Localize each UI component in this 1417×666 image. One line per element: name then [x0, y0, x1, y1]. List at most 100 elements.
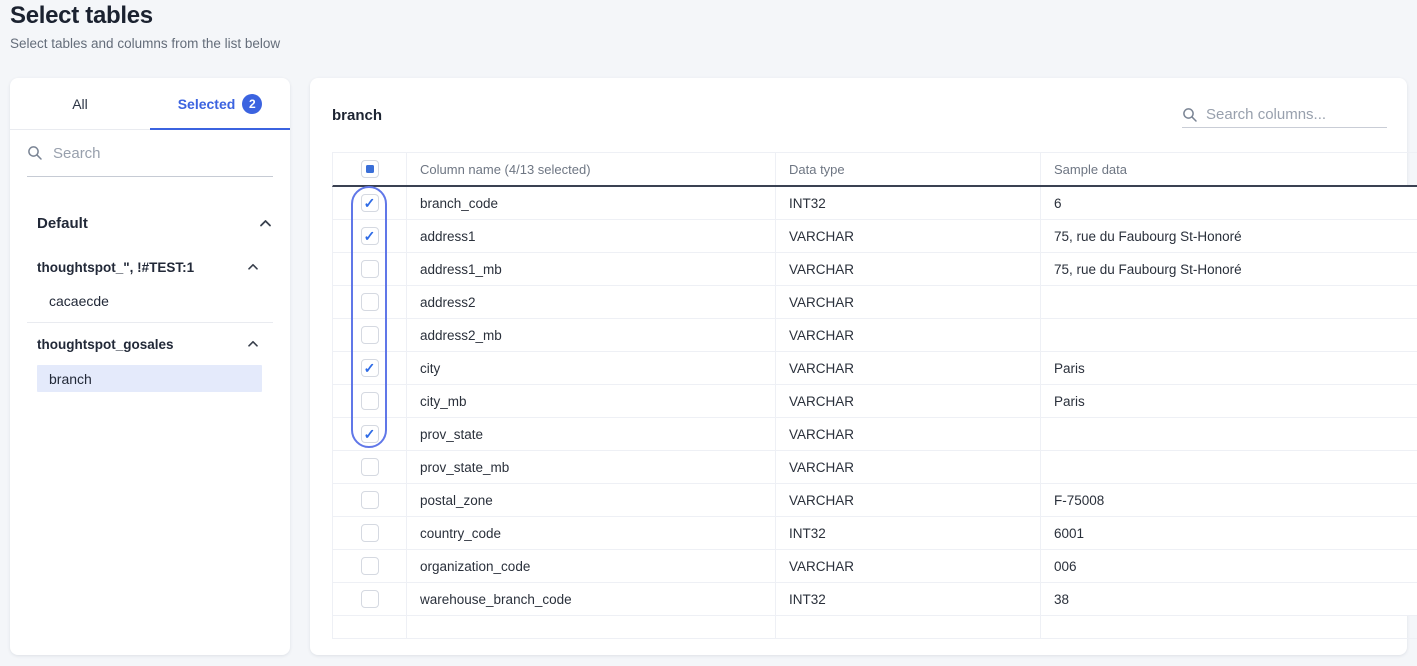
row-checkbox-cell — [333, 286, 407, 318]
column-name-cell: address2 — [407, 286, 776, 318]
row-checkbox[interactable] — [361, 557, 379, 575]
chevron-up-icon[interactable] — [247, 263, 259, 271]
column-name-cell: city — [407, 352, 776, 384]
column-name-cell: address1 — [407, 220, 776, 252]
table-row[interactable]: ✓ prov_stateVARCHAR — [332, 418, 1417, 451]
sample-data-cell: Paris — [1041, 352, 1417, 384]
table-row[interactable]: address2VARCHAR — [332, 286, 1417, 319]
column-name-cell: address1_mb — [407, 253, 776, 285]
selected-count-badge: 2 — [242, 94, 262, 114]
tree-leaf-branch-selected[interactable]: branch — [37, 365, 262, 392]
row-checkbox[interactable] — [361, 524, 379, 542]
columns-table: Column name (4/13 selected) Data type Sa… — [332, 152, 1417, 639]
tree-node-default[interactable]: Default — [37, 208, 272, 238]
column-name-cell: city_mb — [407, 385, 776, 417]
tree-node-thoughtspot-test-label: thoughtspot_", !#TEST:1 — [37, 260, 194, 275]
row-checkbox[interactable]: ✓ — [361, 359, 379, 377]
row-checkbox-cell — [333, 385, 407, 417]
table-footer-row — [332, 616, 1417, 639]
data-type-cell: VARCHAR — [776, 418, 1041, 450]
sample-data-cell: 006 — [1041, 550, 1417, 582]
sample-data-cell — [1041, 451, 1417, 483]
table-row[interactable]: address2_mbVARCHAR — [332, 319, 1417, 352]
tree-leaf-cacaecde[interactable]: cacaecde — [49, 286, 259, 316]
column-name-cell: address2_mb — [407, 319, 776, 351]
table-body: ✓branch_codeINT326✓address1VARCHAR75, ru… — [332, 187, 1417, 616]
table-row[interactable]: country_codeINT326001 — [332, 517, 1417, 550]
row-checkbox[interactable]: ✓ — [361, 227, 379, 245]
search-icon — [27, 145, 43, 161]
sample-data-cell: 75, rue du Faubourg St-Honoré — [1041, 220, 1417, 252]
tree-node-default-label: Default — [37, 215, 88, 232]
table-row[interactable]: ✓address1VARCHAR75, rue du Faubourg St-H… — [332, 220, 1417, 253]
table-row[interactable]: city_mbVARCHARParis — [332, 385, 1417, 418]
row-checkbox[interactable] — [361, 491, 379, 509]
table-row[interactable]: ✓ cityVARCHARParis — [332, 352, 1417, 385]
sample-data-cell — [1041, 319, 1417, 351]
data-type-cell: VARCHAR — [776, 319, 1041, 351]
row-checkbox-cell: ✓ — [333, 352, 407, 384]
table-row[interactable]: organization_codeVARCHAR006 — [332, 550, 1417, 583]
chevron-up-icon[interactable] — [259, 219, 272, 228]
tree-node-thoughtspot-test[interactable]: thoughtspot_", !#TEST:1 — [37, 252, 259, 282]
table-header-row: Column name (4/13 selected) Data type Sa… — [332, 152, 1417, 187]
sample-data-cell: 75, rue du Faubourg St-Honoré — [1041, 253, 1417, 285]
tab-selected-label: Selected — [178, 96, 236, 112]
table-row[interactable]: postal_zoneVARCHARF-75008 — [332, 484, 1417, 517]
row-checkbox-cell — [333, 583, 407, 615]
data-type-cell: VARCHAR — [776, 484, 1041, 516]
column-name-cell: organization_code — [407, 550, 776, 582]
row-checkbox-cell: ✓ — [333, 220, 407, 252]
sample-data-cell: 6001 — [1041, 517, 1417, 549]
table-row[interactable]: prov_state_mbVARCHAR — [332, 451, 1417, 484]
chevron-up-icon[interactable] — [247, 340, 259, 348]
select-all-checkbox[interactable] — [361, 160, 379, 178]
tab-all[interactable]: All — [10, 78, 150, 129]
row-checkbox-cell — [333, 517, 407, 549]
page-subtitle: Select tables and columns from the list … — [10, 36, 280, 51]
tree-node-thoughtspot-gosales[interactable]: thoughtspot_gosales — [37, 329, 259, 359]
page-title: Select tables — [10, 2, 280, 30]
sample-data-cell — [1041, 418, 1417, 450]
row-checkbox-cell — [333, 550, 407, 582]
data-type-cell: INT32 — [776, 517, 1041, 549]
search-columns-input[interactable]: Search columns... — [1182, 102, 1387, 128]
header-column-name: Column name (4/13 selected) — [407, 153, 776, 185]
sample-data-cell: Paris — [1041, 385, 1417, 417]
header-sample-data: Sample data — [1041, 153, 1417, 185]
data-type-cell: INT32 — [776, 583, 1041, 615]
data-type-cell: VARCHAR — [776, 253, 1041, 285]
tables-sidebar: All Selected 2 Search Default thoughtspo… — [10, 78, 290, 655]
table-row[interactable]: warehouse_branch_codeINT3238 — [332, 583, 1417, 616]
row-checkbox-cell — [333, 484, 407, 516]
column-name-cell: prov_state — [407, 418, 776, 450]
sidebar-search-input[interactable]: Search — [27, 130, 273, 177]
row-checkbox[interactable] — [361, 392, 379, 410]
search-icon — [1182, 107, 1198, 123]
data-type-cell: VARCHAR — [776, 385, 1041, 417]
row-checkbox[interactable]: ✓ — [361, 425, 379, 443]
page-header: Select tables Select tables and columns … — [10, 2, 280, 51]
row-checkbox[interactable] — [361, 458, 379, 476]
table-row[interactable]: ✓branch_codeINT326 — [332, 187, 1417, 220]
search-columns-placeholder: Search columns... — [1206, 106, 1326, 123]
row-checkbox-cell — [333, 451, 407, 483]
data-type-cell: VARCHAR — [776, 352, 1041, 384]
row-checkbox[interactable] — [361, 260, 379, 278]
row-checkbox-cell: ✓ — [333, 418, 407, 450]
column-name-cell: prov_state_mb — [407, 451, 776, 483]
sample-data-cell: F-75008 — [1041, 484, 1417, 516]
row-checkbox[interactable]: ✓ — [361, 194, 379, 212]
tab-selected[interactable]: Selected 2 — [150, 78, 290, 129]
row-checkbox[interactable] — [361, 326, 379, 344]
table-title: branch — [332, 107, 382, 124]
column-name-cell: postal_zone — [407, 484, 776, 516]
row-checkbox-cell — [333, 253, 407, 285]
select-all-cell — [333, 153, 407, 185]
row-checkbox[interactable] — [361, 293, 379, 311]
sample-data-cell: 6 — [1041, 187, 1417, 219]
header-data-type: Data type — [776, 153, 1041, 185]
data-type-cell: VARCHAR — [776, 286, 1041, 318]
row-checkbox[interactable] — [361, 590, 379, 608]
table-row[interactable]: address1_mbVARCHAR75, rue du Faubourg St… — [332, 253, 1417, 286]
